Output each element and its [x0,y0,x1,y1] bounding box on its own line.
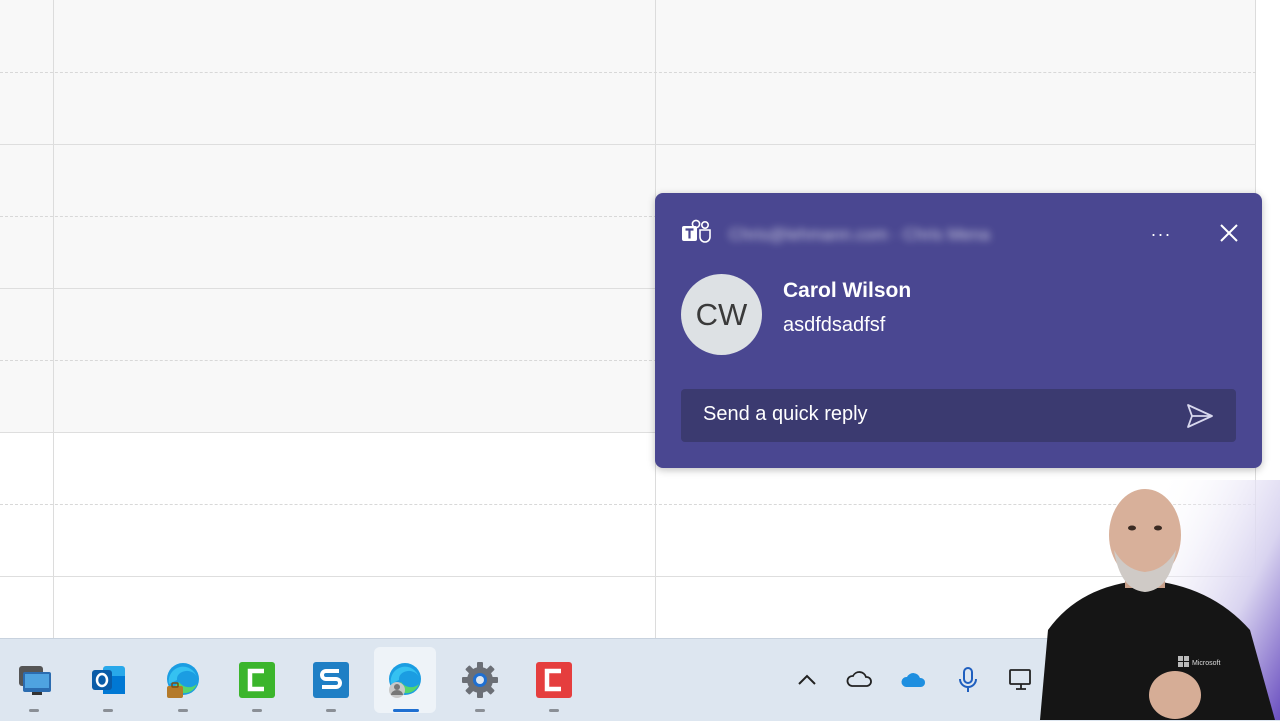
quick-reply-field[interactable]: Send a quick reply [681,389,1236,442]
edge-profile-icon [389,663,421,698]
remote-desktop-icon [19,666,51,695]
taskbar-snagit[interactable] [308,657,354,703]
onedrive-personal-button[interactable] [845,665,875,695]
avatar: CW [681,274,762,355]
settings-gear-icon [462,662,498,698]
microphone-icon [959,667,977,692]
close-icon [1220,224,1238,242]
teams-logo-icon [681,219,713,245]
show-hidden-icons-button[interactable] [792,665,822,695]
onedrive-personal-icon [846,671,872,687]
message-preview: asdfdsadfsf [783,314,886,336]
presenter-webcam-overlay: Microsoft [1040,480,1280,720]
presenter-video-image: Microsoft [1040,480,1280,720]
network-icon [1009,669,1031,690]
taskbar-edge-profile[interactable] [374,647,436,713]
taskbar-running-indicator [475,709,485,712]
sender-name: Carol Wilson [783,279,912,302]
close-button[interactable] [1215,219,1243,247]
more-options-button[interactable]: ··· [1147,221,1175,247]
sender-email-blurred: Chris@lehmann.com · Chris Mena [729,225,991,244]
taskbar-running-indicator [103,709,113,712]
grid-half-hour-line [0,72,1256,73]
grid-vertical-line [53,0,54,638]
microphone-button[interactable] [953,665,983,695]
outlook-icon [92,666,125,694]
taskbar-camtasia-recorder[interactable] [531,657,577,703]
quick-reply-placeholder: Send a quick reply [703,403,868,425]
onedrive-business-icon [901,673,926,687]
grid-hour-line [0,144,1256,145]
network-button[interactable] [1007,665,1037,695]
snagit-icon [313,662,349,698]
edge-work-icon [167,663,199,698]
camtasia-recorder-icon [536,662,572,698]
taskbar-running-indicator [252,709,262,712]
taskbar-active-indicator [393,709,419,712]
taskbar-running-indicator [29,709,39,712]
taskbar-remote-desktop[interactable] [12,657,58,703]
send-icon [1187,404,1213,428]
taskbar-settings[interactable] [457,657,503,703]
send-button[interactable] [1185,401,1215,431]
camtasia-icon [239,662,275,698]
taskbar-edge-work[interactable] [160,657,206,703]
taskbar-running-indicator [549,709,559,712]
onedrive-business-button[interactable] [900,665,930,695]
taskbar-running-indicator [326,709,336,712]
teams-notification-toast[interactable]: Chris@lehmann.com · Chris Mena ··· CW Ca… [655,193,1262,468]
taskbar-outlook[interactable] [86,657,132,703]
chevron-up-icon [798,674,816,685]
taskbar-camtasia[interactable] [234,657,280,703]
svg-text:Microsoft: Microsoft [1192,660,1220,667]
taskbar-running-indicator [178,709,188,712]
